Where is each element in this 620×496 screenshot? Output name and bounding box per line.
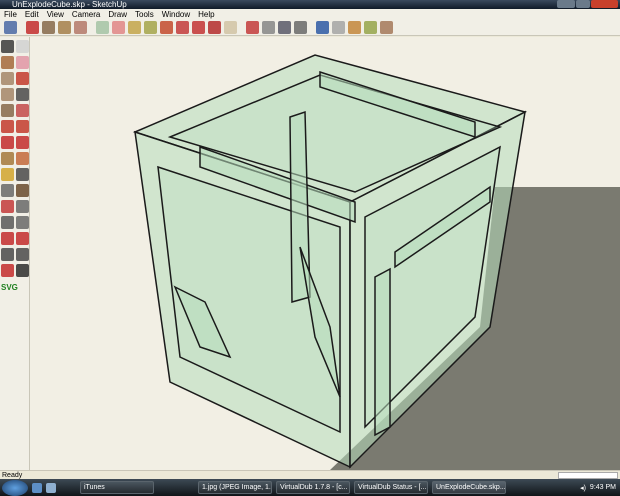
get-models-icon[interactable] [316,21,329,34]
tool-icon[interactable] [1,72,14,85]
rotate-icon[interactable] [192,21,205,34]
place-model-icon[interactable] [348,21,361,34]
tool-icon[interactable] [16,264,29,277]
select-icon[interactable] [4,21,17,34]
eraser-icon[interactable] [112,21,125,34]
tool-icon[interactable] [16,184,29,197]
menu-bar: File Edit View Camera Draw Tools Window Help [0,9,620,20]
rectangle-icon[interactable] [42,21,55,34]
tool-icon[interactable] [1,88,14,101]
minimize-button[interactable] [557,0,575,8]
tool-icon[interactable] [1,232,14,245]
status-text: Ready [2,472,23,479]
share-model-icon[interactable] [332,21,345,34]
taskbar-item[interactable]: UnExplodeCube.skp... [432,481,506,494]
tool-icon[interactable] [16,200,29,213]
pan-icon[interactable] [262,21,275,34]
taskbar-item[interactable]: VirtualDub Status - [... [354,481,428,494]
tool-icon[interactable] [1,120,14,133]
svg-export-button[interactable]: SVG [1,280,18,295]
quick-launch-icon[interactable] [32,482,42,493]
menu-camera[interactable]: Camera [72,9,100,20]
make-component-icon[interactable] [96,21,109,34]
large-tool-set: SVG [0,37,30,470]
dynamic-component-icon[interactable] [380,21,393,34]
orbit-icon[interactable] [246,21,259,34]
tool-icon[interactable] [1,56,14,69]
tool-icon[interactable] [1,136,14,149]
zoom-extents-icon[interactable] [294,21,307,34]
cube-model [132,54,620,470]
tool-icon[interactable] [1,216,14,229]
tool-icon[interactable] [1,40,14,53]
pencil-icon[interactable] [26,21,39,34]
tool-icon[interactable] [1,168,14,181]
clock: 9:43 PM [589,484,616,491]
move-icon[interactable] [176,21,189,34]
start-button[interactable] [2,479,28,496]
main-toolbar [0,20,620,36]
tool-icon[interactable] [16,216,29,229]
tool-icon[interactable] [16,136,29,149]
tool-icon[interactable] [16,248,29,261]
tool-icon[interactable] [1,104,14,117]
zoom-icon[interactable] [278,21,291,34]
tool-icon[interactable] [1,264,14,277]
tool-icon[interactable] [16,168,29,181]
tool-icon[interactable] [16,40,29,53]
menu-draw[interactable]: Draw [108,9,127,20]
paint-bucket-icon[interactable] [144,21,157,34]
arc-icon[interactable] [74,21,87,34]
taskbar-item[interactable]: iTunes [80,481,154,494]
tool-icon[interactable] [1,184,14,197]
menu-tools[interactable]: Tools [135,9,154,20]
tape-measure-icon[interactable] [128,21,141,34]
circle-icon[interactable] [58,21,71,34]
tool-icon[interactable] [16,104,29,117]
menu-edit[interactable]: Edit [25,9,39,20]
tool-icon[interactable] [1,200,14,213]
close-button[interactable] [591,0,618,8]
maximize-button[interactable] [576,0,590,8]
quick-launch-icon[interactable] [46,482,56,493]
menu-view[interactable]: View [47,9,64,20]
taskbar: iTunes 1.jpg (JPEG Image, 1... VirtualDub … [0,479,620,496]
follow-me-icon[interactable] [208,21,221,34]
component-icon[interactable] [364,21,377,34]
menu-help[interactable]: Help [198,9,214,20]
bar [374,267,391,437]
volume-icon[interactable]: ◂) [580,484,586,492]
tool-icon[interactable] [16,72,29,85]
offset-icon[interactable] [224,21,237,34]
tool-icon[interactable] [16,88,29,101]
tool-icon[interactable] [16,232,29,245]
window-title: UnExplodeCube.skp - SketchUp [12,0,127,9]
title-bar: UnExplodeCube.skp - SketchUp [0,0,620,9]
system-tray: ◂) 9:43 PM [580,484,620,492]
measurements-box[interactable] [558,472,618,479]
menu-window[interactable]: Window [162,9,190,20]
menu-file[interactable]: File [4,9,17,20]
tool-icon[interactable] [1,152,14,165]
status-bar: Ready [0,470,620,479]
tool-icon[interactable] [1,248,14,261]
taskbar-item[interactable]: 1.jpg (JPEG Image, 1... [198,481,272,494]
tool-icon[interactable] [16,120,29,133]
tool-icon[interactable] [16,56,29,69]
model-viewport[interactable] [30,37,620,470]
push-pull-icon[interactable] [160,21,173,34]
taskbar-item[interactable]: VirtualDub 1.7.8 - [c... [276,481,350,494]
tool-icon[interactable] [16,152,29,165]
